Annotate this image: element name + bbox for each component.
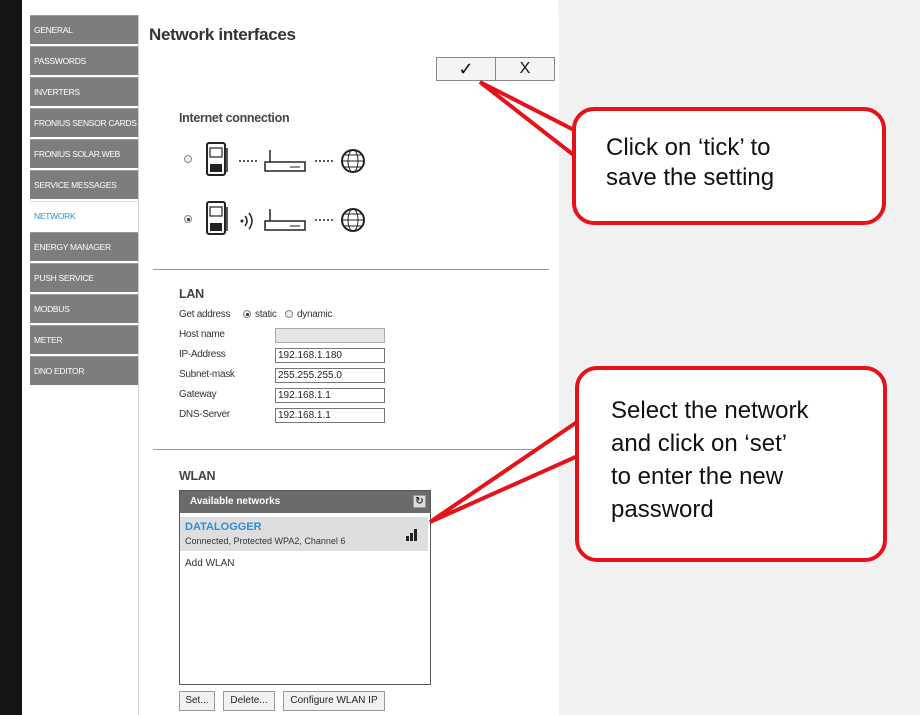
inverter-icon [206, 201, 228, 235]
internet-lan-radio[interactable] [184, 155, 192, 163]
lan-title: LAN [179, 287, 204, 301]
network-name: DATALOGGER [185, 521, 262, 533]
host-name-label: Host name [179, 329, 225, 340]
subnet-mask-label: Subnet-mask [179, 369, 235, 380]
static-label: static [255, 309, 277, 320]
gateway-input[interactable] [275, 388, 385, 403]
left-edge-bar [0, 0, 22, 715]
wifi-signal-icon [240, 212, 253, 230]
lan-connection-diagram [206, 142, 365, 176]
globe-icon [341, 208, 365, 232]
confirm-tick-button[interactable]: ✓ [437, 58, 495, 80]
callout-tick: Click on ‘tick’ to save the setting [572, 107, 886, 225]
internet-connection-title: Internet connection [179, 111, 290, 125]
signal-strength-icon [406, 529, 418, 541]
dynamic-radio[interactable] [285, 310, 293, 318]
dns-server-label: DNS-Server [179, 409, 230, 420]
page-title: Network interfaces [149, 25, 296, 44]
callout-set-line-1: Select the network [611, 397, 809, 424]
get-address-label: Get address [179, 309, 231, 320]
callout-set-line-2: and click on ‘set’ [611, 430, 788, 457]
configure-wlan-ip-button[interactable]: Configure WLAN IP [283, 691, 385, 711]
delete-button[interactable]: Delete... [223, 691, 275, 711]
inverter-icon [206, 142, 228, 176]
available-networks-title: Available networks [190, 496, 281, 507]
wlan-connection-diagram [206, 201, 365, 235]
subnet-mask-input[interactable] [275, 368, 385, 383]
callout-set: Select the network and click on ‘set’ to… [575, 366, 887, 562]
network-status: Connected, Protected WPA2, Channel 6 [185, 536, 346, 546]
callout-tick-line-1: Click on ‘tick’ to [606, 134, 771, 161]
globe-icon [341, 149, 365, 173]
confirm-cancel-group: ✓ X [436, 57, 555, 81]
callout-tick-line-2: save the setting [606, 164, 775, 191]
divider [153, 449, 549, 450]
sidebar: GENERAL PASSWORDS INVERTERS FRONIUS SENS… [22, 15, 158, 715]
close-icon: X [519, 60, 531, 77]
refresh-icon[interactable]: ↻ [413, 495, 426, 508]
ip-address-label: IP-Address [179, 349, 226, 360]
available-networks-header: Available networks ↻ [180, 491, 430, 513]
available-networks-list: Available networks ↻ DATALOGGER Connecte… [179, 490, 431, 685]
wlan-title: WLAN [179, 469, 216, 483]
router-icon [264, 150, 306, 172]
lan-form: Get address static dynamic Host name IP-… [179, 307, 559, 442]
cancel-button[interactable]: X [495, 58, 554, 80]
callout-set-line-4: password [611, 496, 714, 523]
router-icon [264, 209, 306, 231]
dynamic-label: dynamic [297, 309, 333, 320]
ip-address-input[interactable] [275, 348, 385, 363]
internet-wlan-radio[interactable] [184, 215, 192, 223]
dns-server-input[interactable] [275, 408, 385, 423]
set-button[interactable]: Set... [179, 691, 215, 711]
callout-set-line-3: to enter the new [611, 463, 784, 490]
gateway-label: Gateway [179, 389, 217, 400]
main-panel: Network interfaces ✓ X Internet connecti… [138, 15, 559, 715]
divider [153, 269, 549, 270]
host-name-input[interactable] [275, 328, 385, 343]
add-wlan-item[interactable]: Add WLAN [185, 558, 234, 569]
static-radio[interactable] [243, 310, 251, 318]
check-icon: ✓ [458, 58, 474, 79]
network-row-datalogger[interactable]: DATALOGGER Connected, Protected WPA2, Ch… [180, 517, 428, 551]
